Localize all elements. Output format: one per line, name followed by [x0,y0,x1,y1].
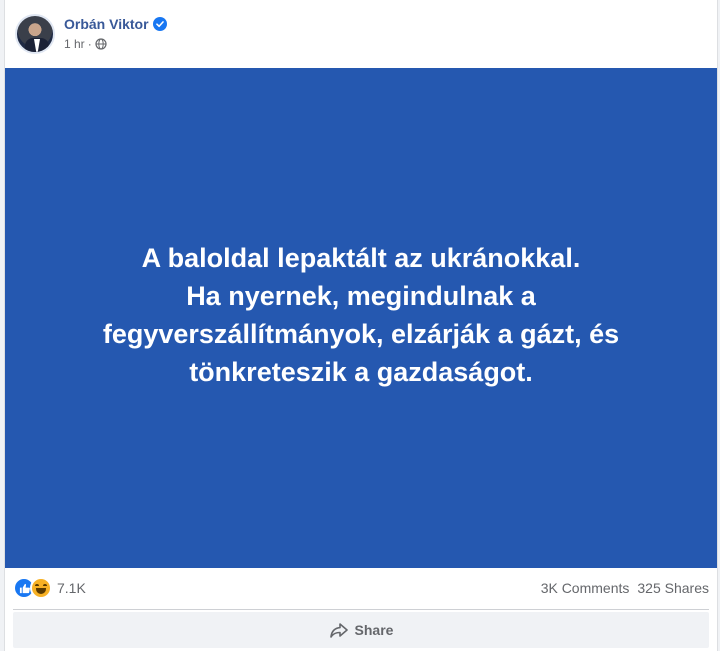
post-time[interactable]: 1 hr [64,37,85,51]
shares-count[interactable]: 325 Shares [637,580,709,596]
globe-icon[interactable] [95,38,107,50]
separator-dot: · [87,37,92,51]
divider [13,609,709,610]
share-button[interactable]: Share [13,612,709,648]
share-arrow-icon [329,623,348,638]
facebook-post: Orbán Viktor 1 hr · A baloldal lepaktált… [4,0,718,651]
haha-reaction-icon [30,577,52,599]
comments-count[interactable]: 3K Comments [541,580,630,596]
share-label: Share [354,622,394,638]
reactions-summary[interactable]: 7.1K [13,577,86,599]
reactions-count: 7.1K [57,580,86,596]
post-header: Orbán Viktor 1 hr · [15,14,167,58]
post-subline: 1 hr · [64,37,167,51]
author-name[interactable]: Orbán Viktor [64,16,149,32]
post-meta: Orbán Viktor 1 hr · [64,16,167,51]
post-stats: 7.1K 3K Comments 325 Shares [13,576,709,600]
author-row: Orbán Viktor [64,16,167,32]
avatar[interactable] [15,14,55,54]
engagement-counts: 3K Comments 325 Shares [541,580,709,596]
image-text: A baloldal lepaktált az ukránokkal. Ha n… [102,243,620,387]
post-image[interactable]: A baloldal lepaktált az ukránokkal. Ha n… [5,68,717,568]
verified-icon [152,17,167,31]
